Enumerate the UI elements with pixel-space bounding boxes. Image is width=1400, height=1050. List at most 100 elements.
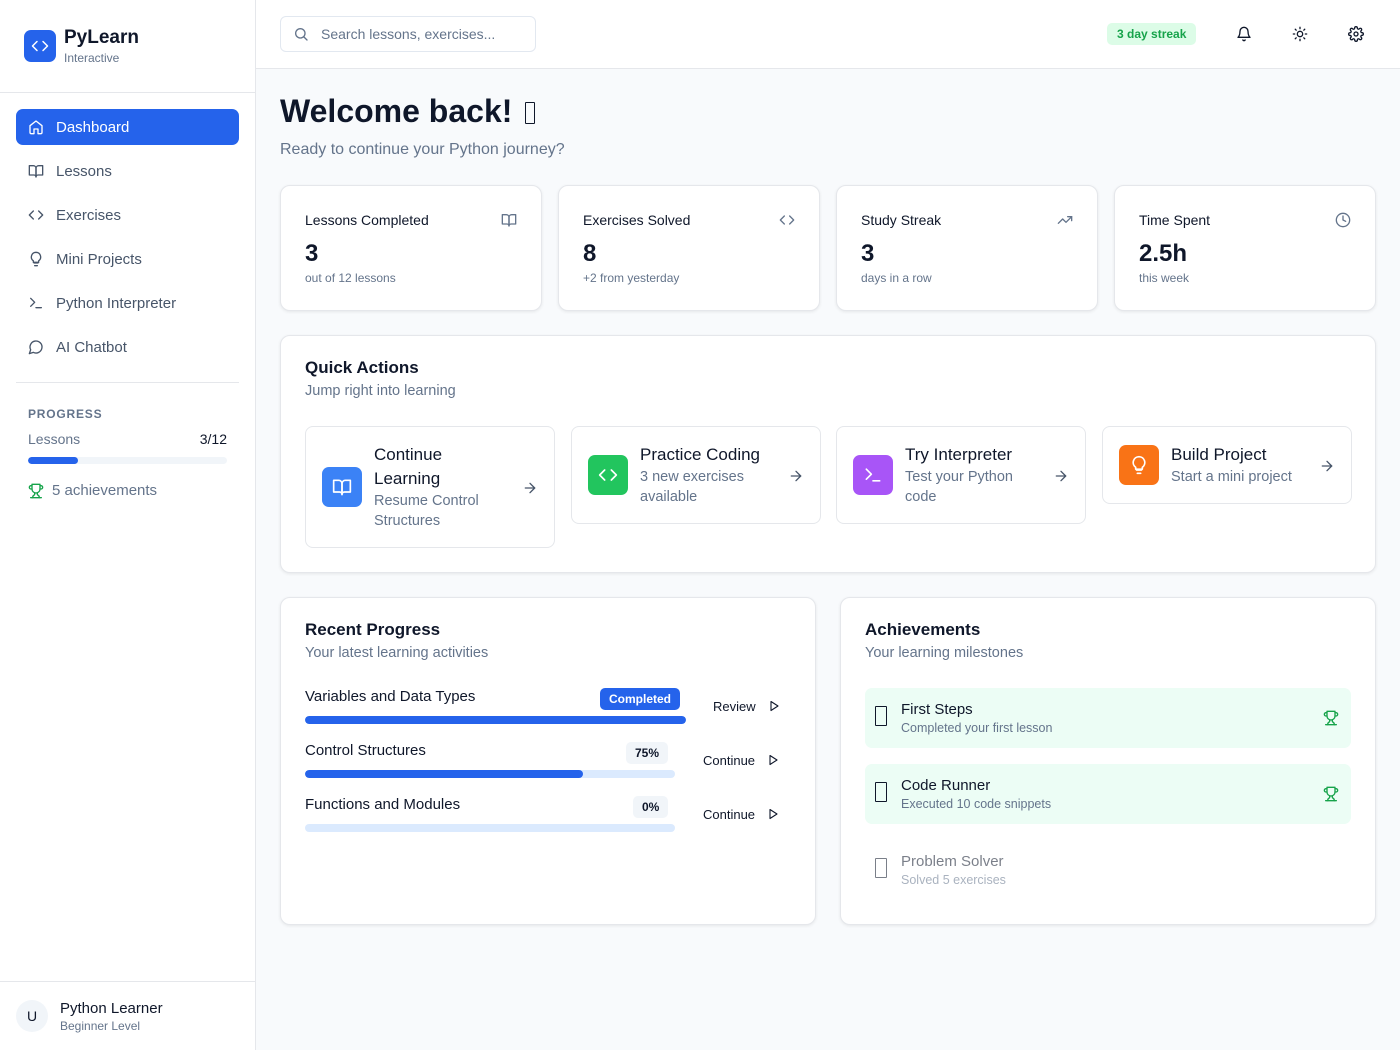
sidebar-item-exercises[interactable]: Exercises — [16, 197, 239, 233]
continue-button[interactable]: Continue — [703, 748, 779, 772]
recent-progress-card: Recent Progress Your latest learning act… — [280, 597, 816, 925]
achievement-description: Executed 10 code snippets — [901, 797, 1052, 811]
achievements-card: Achievements Your learning milestones Fi… — [840, 597, 1376, 925]
stat-title: Lessons Completed — [305, 212, 429, 228]
user-profile[interactable]: U Python Learner Beginner Level — [0, 981, 255, 1050]
quick-actions-card: Quick Actions Jump right into learning C… — [280, 335, 1376, 573]
home-icon — [28, 119, 44, 135]
arrow-right-icon — [1319, 458, 1335, 474]
section-title: Quick Actions — [305, 358, 419, 377]
arrow-right-icon — [522, 480, 538, 496]
quick-action-try-interpreter[interactable]: Try Interpreter Test your Python code — [836, 426, 1086, 524]
search-input[interactable] — [321, 26, 521, 42]
brand[interactable]: PyLearn Interactive — [0, 0, 255, 93]
stat-value: 8 — [583, 240, 597, 267]
sidebar-item-ai-chatbot[interactable]: AI Chatbot — [16, 329, 239, 365]
section-subtitle: Your latest learning activities — [305, 645, 489, 661]
quick-action-title: Build Project — [1171, 445, 1267, 464]
sidebar-item-label: Mini Projects — [56, 250, 142, 268]
stat-subtitle: out of 12 lessons — [305, 271, 396, 285]
button-label: Review — [713, 698, 756, 714]
streak-label: 3 day streak — [1117, 27, 1187, 41]
page-subtitle: Ready to continue your Python journey? — [280, 141, 565, 158]
stat-title: Exercises Solved — [583, 212, 691, 228]
terminal-icon — [28, 295, 44, 311]
continue-button[interactable]: Continue — [703, 802, 779, 826]
notifications-button[interactable] — [1230, 20, 1258, 48]
achievements-count-label: 5 achievements — [52, 482, 158, 499]
book-icon — [501, 212, 517, 228]
play-icon — [756, 700, 780, 712]
progress-title: PROGRESS — [28, 407, 103, 421]
brand-name: PyLearn — [64, 27, 139, 48]
code-icon — [28, 207, 44, 223]
sidebar-progress: PROGRESS Lessons 3/12 5 achievements — [0, 383, 255, 499]
avatar: U — [16, 1000, 48, 1032]
stat-subtitle: +2 from yesterday — [583, 271, 680, 285]
review-button[interactable]: Review — [713, 694, 780, 718]
page-title: Welcome back! — [280, 93, 536, 130]
trophy-icon — [28, 483, 44, 499]
sidebar-nav: Dashboard Lessons Exercises Mini Project… — [0, 93, 255, 365]
achievements-count[interactable]: 5 achievements — [28, 482, 227, 499]
user-name: Python Learner — [60, 999, 163, 1017]
achievement-name: Code Runner — [901, 777, 991, 794]
quick-action-build-project[interactable]: Build Project Start a mini project — [1102, 426, 1352, 504]
sidebar-item-dashboard[interactable]: Dashboard — [16, 109, 239, 145]
stat-value: 3 — [861, 240, 875, 267]
status-badge: 75% — [626, 742, 669, 764]
sidebar-item-mini-projects[interactable]: Mini Projects — [16, 241, 239, 277]
lesson-name: Control Structures — [305, 742, 426, 759]
stat-title: Time Spent — [1139, 212, 1211, 228]
search-box[interactable] — [280, 16, 536, 52]
sun-icon — [1292, 26, 1308, 42]
quick-action-subtitle: 3 new exercises available — [640, 469, 744, 505]
stat-card-exercises: Exercises Solved 8 +2 from yesterday — [558, 185, 820, 311]
book-icon — [322, 467, 362, 507]
stat-card-time: Time Spent 2.5h this week — [1114, 185, 1376, 311]
lightbulb-icon — [28, 251, 44, 267]
quick-action-subtitle: Start a mini project — [1171, 469, 1292, 485]
achievement-description: Completed your first lesson — [901, 721, 1053, 735]
lesson-progress-fill — [305, 770, 583, 778]
stat-value: 2.5h — [1139, 240, 1188, 267]
streak-badge: 3 day streak — [1107, 23, 1197, 45]
stat-card-streak: Study Streak 3 days in a row — [836, 185, 1098, 311]
button-label: Continue — [703, 806, 756, 822]
progress-bar — [28, 457, 227, 464]
stat-card-lessons: Lessons Completed 3 out of 12 lessons — [280, 185, 542, 311]
achievement-name: First Steps — [901, 701, 973, 718]
quick-action-title: Continue Learning — [374, 445, 443, 488]
lesson-progress-bar — [305, 770, 675, 778]
sidebar-item-label: Dashboard — [56, 118, 130, 136]
achievement-item: First Steps Completed your first lesson — [865, 688, 1351, 748]
code-icon — [588, 455, 628, 495]
topbar: 3 day streak — [256, 0, 1400, 69]
quick-action-continue-learning[interactable]: Continue Learning Resume Control Structu… — [305, 426, 555, 548]
lesson-progress-bar — [305, 716, 686, 724]
quick-action-title: Try Interpreter — [905, 445, 1013, 464]
trophy-icon — [1323, 710, 1339, 726]
sidebar-item-label: AI Chatbot — [56, 338, 127, 356]
section-title: Recent Progress — [305, 620, 441, 639]
gear-icon — [1348, 26, 1364, 42]
terminal-icon — [853, 455, 893, 495]
quick-action-practice-coding[interactable]: Practice Coding 3 new exercises availabl… — [571, 426, 821, 524]
wave-emoji-icon — [525, 102, 536, 124]
play-icon — [755, 754, 779, 766]
sidebar-item-lessons[interactable]: Lessons — [16, 153, 239, 189]
status-badge: 0% — [633, 796, 669, 818]
lesson-progress-bar — [305, 824, 675, 832]
sidebar-item-python-interpreter[interactable]: Python Interpreter — [16, 285, 239, 321]
trophy-icon — [1323, 786, 1339, 802]
settings-button[interactable] — [1342, 20, 1370, 48]
sidebar-item-label: Python Interpreter — [56, 294, 177, 312]
code-icon — [24, 30, 56, 62]
code-icon — [779, 212, 795, 228]
stat-subtitle: this week — [1139, 271, 1190, 285]
page-title-text: Welcome back! — [280, 93, 522, 129]
achievement-description: Solved 5 exercises — [901, 873, 1006, 887]
theme-toggle-button[interactable] — [1286, 20, 1314, 48]
play-icon — [755, 808, 779, 820]
achievement-item: Code Runner Executed 10 code snippets — [865, 764, 1351, 824]
